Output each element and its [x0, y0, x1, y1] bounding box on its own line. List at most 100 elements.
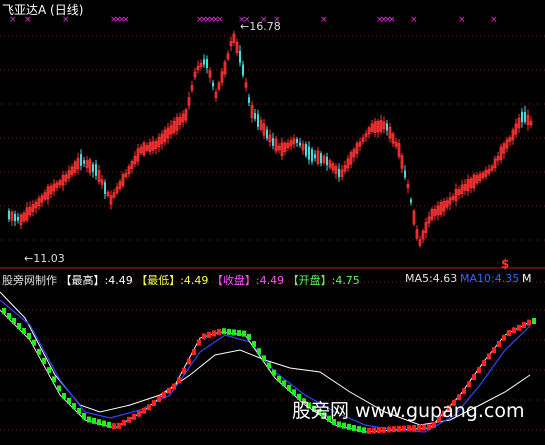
- trend-block: [502, 334, 506, 341]
- signal-marker-icon: ×: [490, 15, 498, 25]
- candle-body: [95, 164, 97, 176]
- trend-block: [492, 347, 496, 354]
- trend-block: [47, 367, 51, 374]
- trend-block: [287, 384, 291, 391]
- trend-block: [17, 323, 21, 329]
- candle-body: [104, 182, 106, 194]
- candle-body: [524, 111, 526, 123]
- arrow-left-icon: ←: [240, 20, 250, 33]
- trend-block: [532, 318, 536, 324]
- trend-block: [132, 413, 136, 420]
- signal-marker-icon: ×: [410, 15, 418, 25]
- candle-body: [92, 164, 94, 172]
- trend-block: [412, 425, 416, 432]
- trend-block: [242, 330, 246, 337]
- trend-block: [512, 327, 516, 334]
- trend-block: [62, 393, 66, 399]
- trend-block: [417, 424, 421, 431]
- source-label: 股旁网制作: [2, 274, 57, 287]
- candle-body: [338, 168, 340, 178]
- trend-block: [7, 313, 11, 319]
- candle-body: [248, 97, 250, 103]
- trend-block: [352, 424, 356, 431]
- trend-block: [57, 385, 61, 392]
- trend-block: [22, 328, 26, 334]
- candle-body: [83, 160, 85, 164]
- low-value: 【最低】:4.49: [136, 274, 209, 287]
- trend-block: [497, 341, 501, 347]
- trend-block: [162, 391, 166, 398]
- trend-block: [522, 322, 526, 329]
- candle-body: [320, 153, 322, 164]
- high-price-label: ←16.78: [240, 20, 281, 33]
- trend-block: [197, 339, 201, 346]
- candle-body: [257, 114, 259, 127]
- trend-block: [402, 425, 406, 432]
- trend-block: [32, 339, 36, 346]
- high-value: 【最高】:4.49: [60, 274, 133, 287]
- trend-block: [37, 348, 41, 355]
- candlestick-series: [8, 30, 533, 248]
- trend-block: [82, 413, 86, 419]
- trend-block: [282, 380, 286, 387]
- candle-body: [239, 50, 241, 63]
- trend-block: [372, 427, 376, 434]
- indicator-info-bar: 股旁网制作 【最高】:4.49 【最低】:4.49 【收盘】:4.49 【开盘】…: [2, 272, 360, 288]
- signal-marker-icon: ×: [458, 15, 466, 25]
- trend-block: [262, 355, 266, 362]
- trend-block: [277, 375, 281, 382]
- trend-block: [142, 407, 146, 414]
- trend-block: [247, 333, 251, 340]
- candle-body: [305, 144, 307, 156]
- trend-block: [177, 377, 181, 384]
- trend-block: [42, 358, 46, 364]
- trend-block: [202, 333, 206, 340]
- low-price-label: ←11.03: [24, 252, 65, 265]
- trend-block: [77, 408, 81, 414]
- trend-block: [342, 422, 346, 429]
- candle-body: [386, 123, 388, 131]
- trend-block: [467, 381, 471, 388]
- trend-block: [117, 422, 121, 429]
- watermark: 股旁网 www.gupang.com: [292, 400, 525, 422]
- arrow-left-icon: ←: [24, 252, 34, 265]
- trend-block: [487, 353, 491, 360]
- ma10-value: MA10:4.35: [460, 272, 520, 285]
- candle-body: [311, 149, 313, 162]
- trend-block: [392, 426, 396, 433]
- trend-block: [427, 424, 431, 431]
- candle-body: [14, 213, 16, 222]
- trend-block: [477, 367, 481, 374]
- chart-canvas: × × × ×××× ×××××× ×× × × × ×××× × × ×: [0, 15, 545, 434]
- trend-block: [137, 410, 141, 417]
- trend-block: [207, 331, 211, 338]
- trend-block: [192, 349, 196, 356]
- signal-marker-icon: ×: [216, 15, 224, 25]
- trend-block: [112, 423, 116, 430]
- trend-block: [67, 398, 71, 404]
- trend-block: [382, 426, 386, 433]
- trend-block: [272, 369, 276, 376]
- signal-marker-icon: ×: [122, 15, 130, 25]
- candle-body: [299, 142, 301, 146]
- trend-block: [212, 330, 216, 337]
- candle-body: [272, 138, 274, 146]
- trend-block: [72, 403, 76, 409]
- ma-truncated-label: M: [522, 272, 532, 285]
- candle-body: [203, 59, 205, 65]
- candle-body: [17, 216, 19, 221]
- trend-block: [222, 328, 226, 335]
- trend-block: [52, 376, 56, 383]
- trend-block: [122, 419, 126, 426]
- trend-block: [127, 416, 131, 423]
- candle-body: [404, 170, 406, 178]
- trend-block: [107, 421, 111, 428]
- candle-body: [242, 64, 244, 76]
- candle-body: [254, 113, 256, 119]
- trend-block: [227, 328, 231, 335]
- ma5-value: MA5:4.63: [405, 272, 458, 285]
- candle-body: [296, 139, 298, 143]
- chart-title: 飞亚达A (日线): [2, 3, 84, 17]
- dollar-marker-icon: $: [501, 257, 510, 271]
- candle-body: [212, 82, 214, 87]
